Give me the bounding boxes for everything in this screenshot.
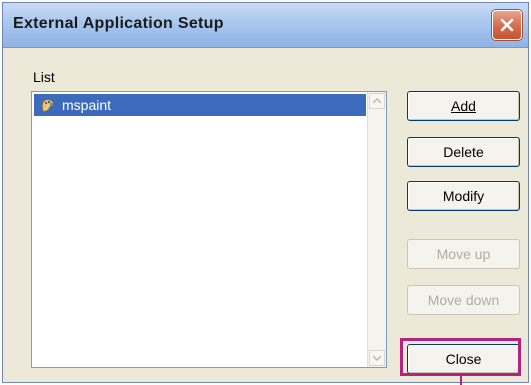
callout-pointer-line [460, 376, 462, 385]
move-down-button-label: Move down [427, 292, 500, 308]
window-title: External Application Setup [13, 15, 224, 32]
list-item-label: mspaint [62, 97, 112, 113]
modify-button[interactable]: Modify [407, 181, 520, 211]
list-scrollbar[interactable] [367, 92, 386, 367]
title-bar[interactable]: External Application Setup [3, 3, 528, 48]
list-label-text: List [33, 69, 55, 85]
callout-highlight-frame [400, 338, 521, 376]
dialog-window: External Application Setup List mspaint [2, 2, 529, 383]
delete-button-label: Delete [443, 144, 484, 160]
move-down-button[interactable]: Move down [407, 285, 520, 315]
list-item[interactable]: mspaint [34, 94, 366, 116]
application-listbox[interactable]: mspaint [31, 91, 387, 368]
move-up-button[interactable]: Move up [407, 239, 520, 269]
add-button-label: Add [451, 98, 476, 114]
close-icon[interactable] [492, 10, 522, 40]
move-up-button-label: Move up [436, 246, 491, 262]
add-button[interactable]: Add [407, 91, 520, 121]
paint-icon [40, 97, 56, 113]
list-label: List [33, 69, 55, 85]
scroll-down-arrow[interactable] [369, 350, 385, 366]
scroll-up-arrow[interactable] [369, 93, 385, 109]
modify-button-label: Modify [442, 188, 485, 204]
delete-button[interactable]: Delete [407, 137, 520, 167]
